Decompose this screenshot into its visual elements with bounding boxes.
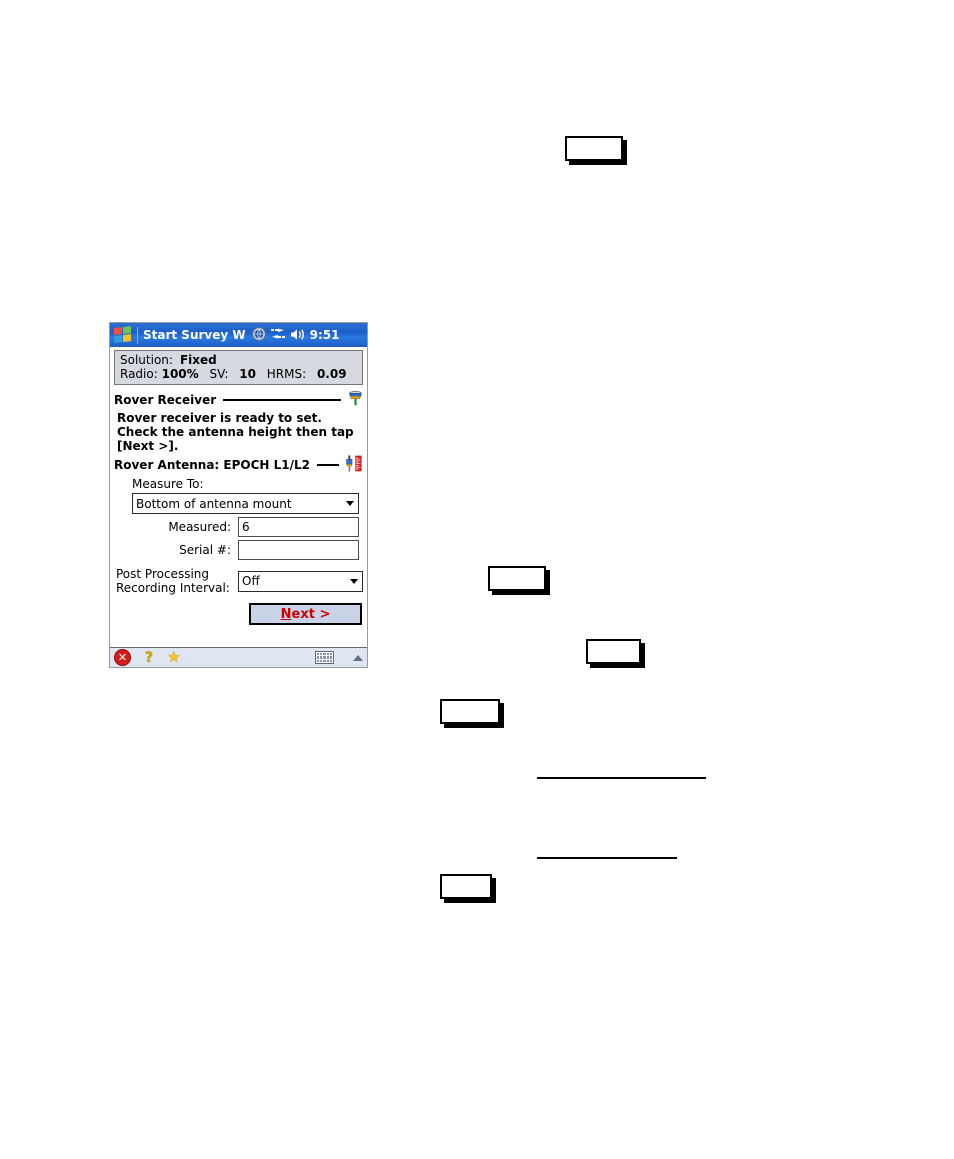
gps-status-panel: Solution: Fixed Radio: 100% SV: 10 HRMS: … — [114, 350, 363, 385]
callout-box-2 — [488, 566, 546, 591]
radio-value: 100% — [161, 367, 199, 381]
group-rule — [223, 398, 341, 401]
windows-flag-icon[interactable] — [114, 326, 132, 344]
message-line-1: Rover receiver is ready to set. — [117, 411, 322, 425]
titlebar-divider — [137, 326, 138, 344]
input-panel-chevron-up-icon[interactable] — [353, 654, 363, 661]
rover-receiver-antenna-icon — [348, 390, 363, 409]
message-line-2: Check the antenna height then tap — [117, 425, 354, 439]
volume-speaker-icon[interactable] — [290, 326, 305, 345]
command-bar: ✕ ? ★ — [110, 647, 367, 667]
titlebar: Start Survey W 9:51 — [110, 323, 367, 347]
measured-row: Measured: 6 — [132, 517, 359, 537]
post-processing-row: Post Processing Recording Interval: Off — [114, 567, 363, 595]
rover-antenna-group-header: Rover Antenna: EPOCH L1/L2 — [114, 455, 363, 475]
post-processing-label-line-2: Recording Interval: — [116, 581, 230, 595]
solution-value: Fixed — [179, 353, 217, 367]
next-button[interactable]: Next > — [249, 603, 362, 625]
antenna-form: Measure To: Bottom of antenna mount Meas… — [114, 477, 363, 560]
hrms-value: 0.09 — [316, 367, 347, 381]
solution-row: Solution: Fixed — [120, 353, 357, 367]
post-processing-label-line-1: Post Processing — [116, 567, 209, 581]
globe-connection-icon[interactable] — [251, 326, 266, 345]
hrms-label: HRMS: — [266, 367, 307, 381]
measure-to-value: Bottom of antenna mount — [136, 496, 292, 511]
rule-line-1 — [537, 777, 706, 779]
rover-antenna-group-title: Rover Antenna: EPOCH L1/L2 — [114, 458, 311, 472]
recording-interval-value: Off — [242, 574, 260, 588]
sv-value: 10 — [239, 367, 256, 381]
clock: 9:51 — [309, 328, 340, 342]
message-line-3: [Next >]. — [117, 439, 179, 453]
callout-box-5 — [440, 874, 492, 899]
chevron-down-icon[interactable] — [342, 501, 358, 506]
radio-label: Radio: — [120, 367, 158, 381]
rule-line-2 — [537, 857, 677, 859]
serial-input[interactable] — [238, 540, 359, 560]
measured-label: Measured: — [168, 520, 231, 534]
post-processing-label: Post Processing Recording Interval: — [116, 567, 238, 595]
callout-box-3 — [586, 639, 641, 664]
measure-to-label: Measure To: — [132, 477, 204, 491]
client-area: Solution: Fixed Radio: 100% SV: 10 HRMS: … — [110, 347, 367, 647]
rover-receiver-message: Rover receiver is ready to set. Check th… — [117, 411, 363, 453]
measured-input[interactable]: 6 — [238, 517, 359, 537]
recording-interval-dropdown[interactable]: Off — [238, 570, 363, 592]
soft-keyboard-icon[interactable] — [315, 651, 334, 664]
group-rule — [317, 464, 339, 466]
callout-box-1 — [565, 136, 623, 161]
close-icon[interactable]: ✕ — [114, 649, 131, 666]
network-transfer-icon[interactable] — [270, 326, 285, 345]
window-title: Start Survey W — [143, 328, 246, 342]
next-button-label: ext > — [291, 606, 331, 622]
solution-label: Solution: — [120, 353, 173, 367]
chevron-down-icon[interactable] — [346, 578, 362, 584]
titlebar-status-icons — [251, 326, 305, 345]
callout-box-4 — [440, 699, 500, 724]
pda-screenshot: Start Survey W 9:51 Solution: Fixed Radi… — [109, 322, 368, 668]
serial-label: Serial #: — [179, 543, 231, 557]
next-button-accel: N — [280, 606, 292, 622]
next-button-row: Next > — [114, 603, 363, 625]
measure-to-dropdown[interactable]: Bottom of antenna mount — [132, 493, 359, 514]
rover-receiver-group-title: Rover Receiver — [114, 392, 217, 407]
help-question-icon[interactable]: ? — [145, 651, 153, 665]
antenna-measure-ruler-icon — [346, 455, 363, 475]
radio-sv-hrms-row: Radio: 100% SV: 10 HRMS: 0.09 — [120, 367, 357, 381]
sv-label: SV: — [209, 367, 229, 381]
favorites-star-icon[interactable]: ★ — [167, 650, 180, 665]
serial-row: Serial #: — [132, 540, 359, 560]
rover-receiver-group-header: Rover Receiver — [114, 390, 363, 409]
